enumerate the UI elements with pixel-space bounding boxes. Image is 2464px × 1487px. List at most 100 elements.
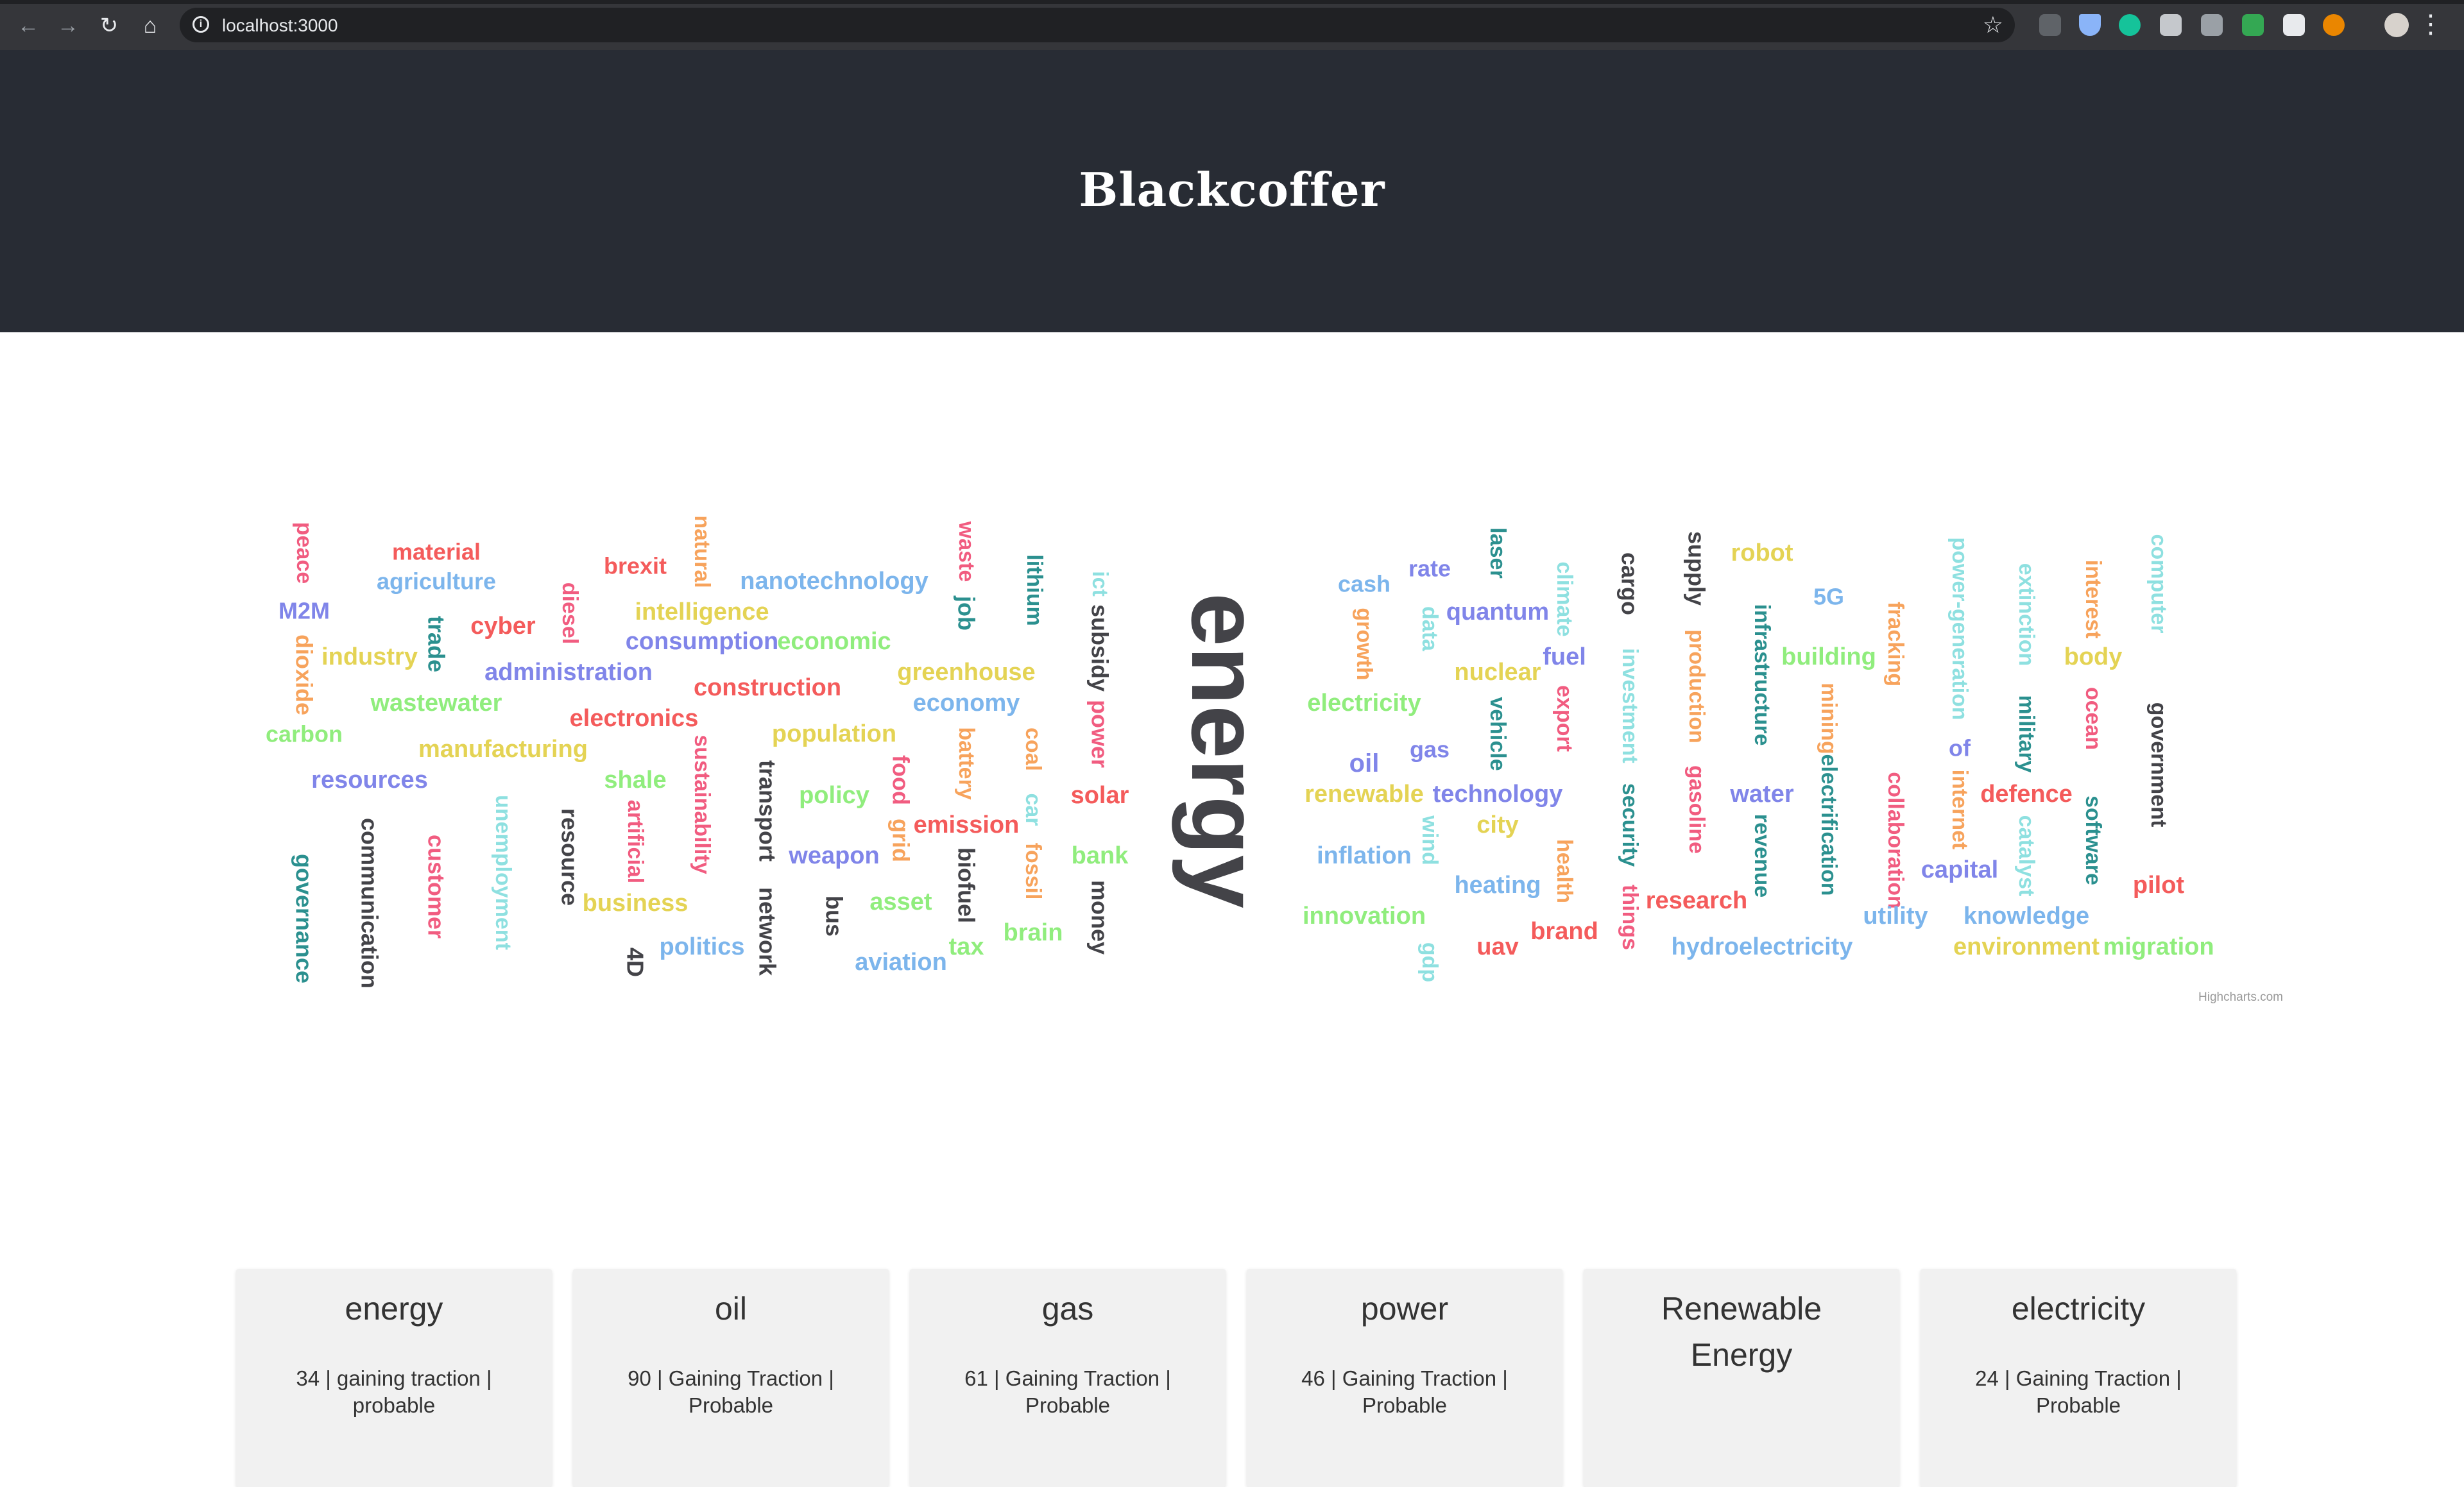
- word-water[interactable]: water: [1729, 781, 1793, 808]
- word-military[interactable]: military: [2014, 695, 2039, 773]
- word-resource[interactable]: resource: [557, 808, 583, 906]
- word-investment[interactable]: investment: [1618, 648, 1642, 763]
- word-electrification[interactable]: electrification: [1817, 754, 1841, 896]
- word-cargo[interactable]: cargo: [1617, 552, 1643, 615]
- word-aviation[interactable]: aviation: [855, 949, 947, 976]
- word-government[interactable]: government: [2146, 702, 2171, 828]
- word-of[interactable]: of: [1949, 735, 1971, 761]
- word-waste[interactable]: waste: [954, 521, 979, 582]
- word-wind[interactable]: wind: [1417, 815, 1442, 865]
- word-sustainability[interactable]: sustainability: [690, 735, 714, 874]
- word-biofuel[interactable]: biofuel: [954, 847, 980, 923]
- word-climate[interactable]: climate: [1552, 561, 1577, 636]
- word-things[interactable]: things: [1618, 885, 1642, 950]
- word-communication[interactable]: communication: [357, 818, 383, 989]
- word-software[interactable]: software: [2081, 795, 2105, 885]
- word-emission[interactable]: emission: [914, 811, 1020, 838]
- word-resources[interactable]: resources: [311, 767, 428, 794]
- word-fuel[interactable]: fuel: [1543, 643, 1586, 670]
- word-intelligence[interactable]: intelligence: [635, 599, 769, 625]
- word-money[interactable]: money: [1087, 880, 1113, 955]
- word-export[interactable]: export: [1552, 685, 1577, 752]
- word-agriculture[interactable]: agriculture: [377, 568, 496, 595]
- word-defence[interactable]: defence: [1980, 781, 2073, 808]
- word-customer[interactable]: customer: [424, 835, 450, 939]
- word-industry[interactable]: industry: [321, 643, 418, 670]
- word-robot[interactable]: robot: [1731, 540, 1793, 566]
- word-M2M[interactable]: M2M: [278, 598, 330, 624]
- word-ict[interactable]: ict: [1088, 571, 1112, 597]
- word-electricity[interactable]: electricity: [1307, 690, 1421, 717]
- word-production[interactable]: production: [1684, 629, 1709, 744]
- word-wastewater[interactable]: wastewater: [370, 690, 502, 717]
- word-asset[interactable]: asset: [869, 888, 932, 915]
- word-material[interactable]: material: [392, 539, 481, 565]
- word-tax[interactable]: tax: [949, 933, 984, 960]
- word-city[interactable]: city: [1476, 811, 1518, 838]
- word-grid[interactable]: grid: [888, 819, 914, 862]
- word-brain[interactable]: brain: [1004, 919, 1063, 946]
- word-rate[interactable]: rate: [1408, 556, 1451, 582]
- word-health[interactable]: health: [1552, 839, 1577, 903]
- word-shale[interactable]: shale: [604, 767, 666, 794]
- word-gas[interactable]: gas: [1410, 736, 1450, 763]
- word-revenue[interactable]: revenue: [1750, 814, 1774, 897]
- word-environment[interactable]: environment: [1953, 933, 2100, 960]
- word-energy[interactable]: energy: [1172, 593, 1279, 908]
- word-oil[interactable]: oil: [1349, 749, 1380, 777]
- word-consumption[interactable]: consumption: [626, 628, 779, 655]
- word-cash[interactable]: cash: [1338, 571, 1390, 597]
- word-weapon[interactable]: weapon: [788, 842, 879, 869]
- word-supply[interactable]: supply: [1684, 531, 1710, 606]
- word-lithium[interactable]: lithium: [1022, 554, 1047, 625]
- word-interest[interactable]: interest: [2081, 560, 2105, 639]
- word-cyber[interactable]: cyber: [470, 613, 536, 640]
- word-electronics[interactable]: electronics: [570, 705, 699, 732]
- word-manufacturing[interactable]: manufacturing: [418, 736, 588, 763]
- word-growth[interactable]: growth: [1352, 608, 1376, 680]
- word-gdp[interactable]: gdp: [1417, 942, 1442, 982]
- word-renewable[interactable]: renewable: [1305, 781, 1424, 808]
- word-diesel[interactable]: diesel: [558, 582, 582, 644]
- word-laser[interactable]: laser: [1485, 527, 1510, 578]
- word-bank[interactable]: bank: [1072, 842, 1129, 869]
- word-body[interactable]: body: [2064, 643, 2123, 670]
- word-food[interactable]: food: [888, 755, 914, 805]
- word-technology[interactable]: technology: [1433, 781, 1563, 808]
- word-fracking[interactable]: fracking: [1883, 602, 1908, 686]
- word-trade[interactable]: trade: [424, 616, 450, 672]
- word-internet[interactable]: internet: [1947, 770, 1972, 850]
- word-migration[interactable]: migration: [2103, 933, 2214, 960]
- word-natural[interactable]: natural: [690, 515, 714, 588]
- word-carbon[interactable]: carbon: [266, 721, 343, 747]
- word-hydroelectricity[interactable]: hydroelectricity: [1672, 933, 1853, 960]
- word-car[interactable]: car: [1021, 793, 1045, 826]
- word-power[interactable]: power: [1087, 700, 1113, 768]
- word-coal[interactable]: coal: [1021, 727, 1045, 771]
- word-catalyst[interactable]: catalyst: [2014, 815, 2039, 897]
- word-administration[interactable]: administration: [484, 659, 653, 686]
- word-pilot[interactable]: pilot: [2133, 872, 2185, 899]
- word-business[interactable]: business: [583, 890, 689, 917]
- word-network[interactable]: network: [755, 887, 781, 976]
- word-brexit[interactable]: brexit: [604, 553, 667, 579]
- word-ocean[interactable]: ocean: [2081, 687, 2105, 750]
- word-capital[interactable]: capital: [1921, 856, 1998, 883]
- word-collaboration[interactable]: collaboration: [1883, 772, 1908, 908]
- word-politics[interactable]: politics: [659, 933, 744, 960]
- word-heating[interactable]: heating: [1454, 872, 1541, 899]
- word-peace[interactable]: peace: [292, 522, 316, 584]
- word-brand[interactable]: brand: [1530, 918, 1598, 945]
- topic-card[interactable]: electricity 24 | Gaining Traction | Proba…: [1921, 1269, 2236, 1487]
- word-4D[interactable]: 4D: [622, 947, 649, 977]
- word-quantum[interactable]: quantum: [1446, 599, 1549, 625]
- word-policy[interactable]: policy: [799, 782, 869, 809]
- word-building[interactable]: building: [1781, 643, 1876, 670]
- word-innovation[interactable]: innovation: [1303, 903, 1426, 930]
- word-research[interactable]: research: [1646, 887, 1747, 914]
- word-subsidy[interactable]: subsidy: [1087, 604, 1113, 692]
- word-infrastructure[interactable]: infrastructure: [1750, 604, 1774, 745]
- word-solar[interactable]: solar: [1071, 782, 1129, 809]
- word-population[interactable]: population: [772, 720, 896, 747]
- word-data[interactable]: data: [1417, 606, 1442, 652]
